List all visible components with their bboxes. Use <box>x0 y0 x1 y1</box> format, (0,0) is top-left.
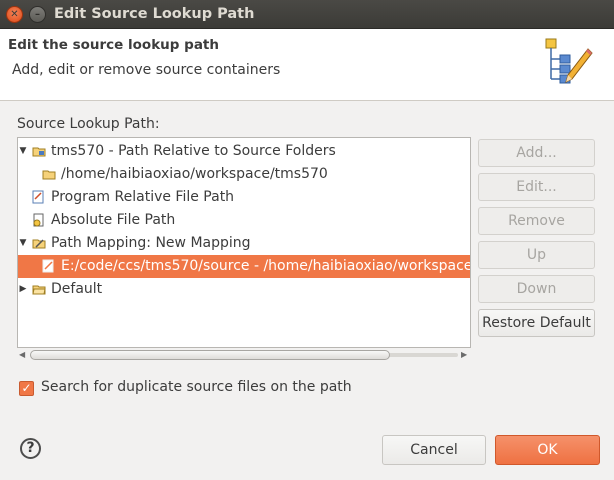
close-window-button[interactable]: ✕ <box>6 6 23 23</box>
project-folder-icon <box>32 147 46 157</box>
folder-icon <box>42 170 56 180</box>
edit-button[interactable]: Edit... <box>478 173 595 201</box>
header-description: Add, edit or remove source containers <box>12 62 281 78</box>
absolute-path-icon <box>33 213 44 227</box>
tree-item-label: Path Mapping: New Mapping <box>51 235 251 251</box>
source-lookup-path-label: Source Lookup Path: <box>17 116 160 132</box>
horizontal-scrollbar[interactable]: ◀ ▶ <box>17 348 471 362</box>
title-bar: ✕ – Edit Source Lookup Path <box>0 0 614 29</box>
down-button[interactable]: Down <box>478 275 595 303</box>
search-duplicates-checkbox[interactable]: ✓ <box>19 381 34 396</box>
tree-item-label: Program Relative File Path <box>51 189 235 205</box>
window-title: Edit Source Lookup Path <box>54 6 255 22</box>
remove-button[interactable]: Remove <box>478 207 595 235</box>
tree-item[interactable]: Absolute File Path <box>18 209 470 232</box>
path-mapping-icon <box>32 239 46 249</box>
tree-item[interactable]: ▶ Default <box>18 278 470 301</box>
help-icon[interactable]: ? <box>20 438 41 459</box>
program-path-icon <box>32 190 44 204</box>
mapping-entry-icon <box>42 259 54 273</box>
edit-source-path-banner-icon <box>545 38 593 84</box>
tree-item-label: /home/haibiaoxiao/workspace/tms570 <box>61 166 328 182</box>
tree-item-selected[interactable]: E:/code/ccs/tms570/source - /home/haibia… <box>18 255 470 278</box>
cancel-button[interactable]: Cancel <box>382 435 486 465</box>
tree-item-label: E:/code/ccs/tms570/source - /home/haibia… <box>61 258 471 274</box>
scroll-right-arrow-icon[interactable]: ▶ <box>461 350 467 359</box>
tree-item-label: tms570 - Path Relative to Source Folders <box>51 143 336 159</box>
up-button[interactable]: Up <box>478 241 595 269</box>
restore-default-button[interactable]: Restore Default <box>478 309 595 337</box>
tree-item[interactable]: ▼ Path Mapping: New Mapping <box>18 232 470 255</box>
scroll-thumb[interactable] <box>30 350 390 360</box>
expand-twisty-icon[interactable]: ▼ <box>18 232 28 254</box>
source-lookup-tree[interactable]: ▼ tms570 - Path Relative to Source Folde… <box>17 137 471 348</box>
default-folder-icon <box>32 285 46 295</box>
tree-item-label: Absolute File Path <box>51 212 176 228</box>
tree-item-label: Default <box>51 281 103 297</box>
dialog-header: Edit the source lookup path Add, edit or… <box>0 29 614 101</box>
tree-item[interactable]: ▼ tms570 - Path Relative to Source Folde… <box>18 140 470 163</box>
header-title: Edit the source lookup path <box>8 37 219 53</box>
expand-twisty-icon[interactable]: ▶ <box>18 278 28 300</box>
scroll-left-arrow-icon[interactable]: ◀ <box>19 350 25 359</box>
minimize-window-button[interactable]: – <box>29 6 46 23</box>
expand-twisty-icon[interactable]: ▼ <box>18 140 28 162</box>
tree-item[interactable]: Program Relative File Path <box>18 186 470 209</box>
search-duplicates-label[interactable]: Search for duplicate source files on the… <box>41 379 352 395</box>
add-button[interactable]: Add... <box>478 139 595 167</box>
tree-item[interactable]: /home/haibiaoxiao/workspace/tms570 <box>18 163 470 186</box>
ok-button[interactable]: OK <box>495 435 600 465</box>
